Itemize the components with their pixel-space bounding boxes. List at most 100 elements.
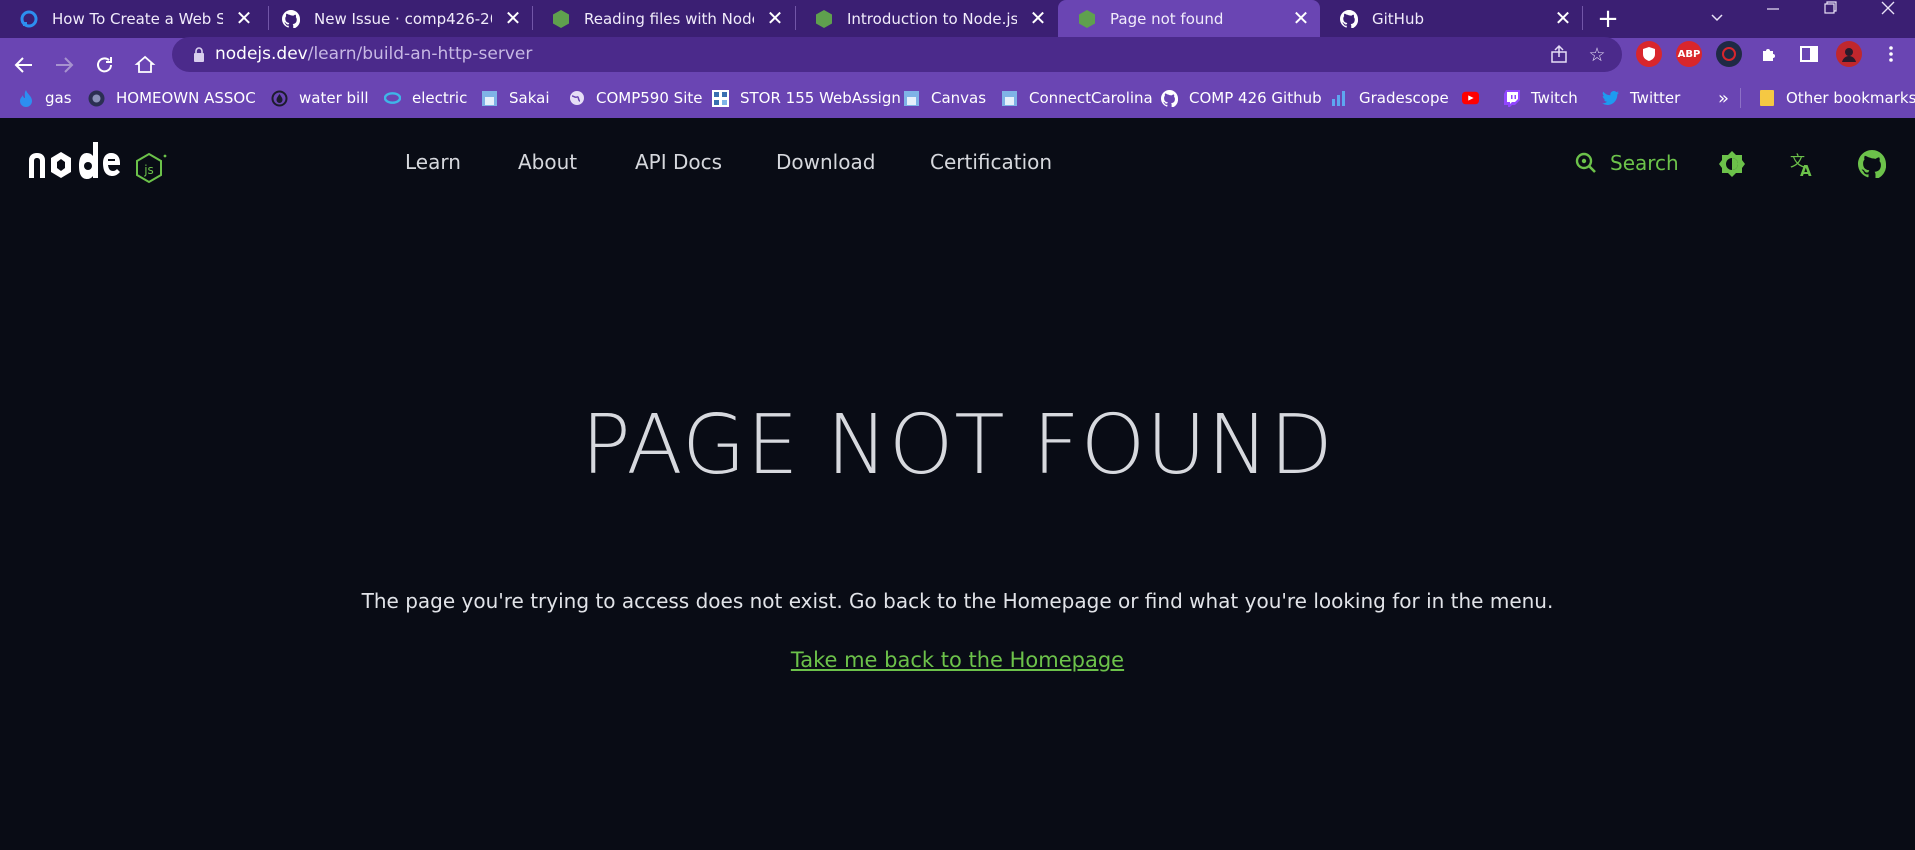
puzzle-icon[interactable]: [1756, 41, 1782, 67]
bookmark-canvas[interactable]: Canvas: [903, 78, 986, 118]
back-icon[interactable]: [7, 38, 41, 73]
tab-strip: How To Create a Web Server ✕ New Issue ·…: [0, 0, 1915, 38]
bookmark-star-icon[interactable]: ☆: [1585, 43, 1609, 67]
gradescope-icon: [1331, 90, 1348, 107]
close-icon[interactable]: ✕: [1290, 8, 1312, 30]
url-path: /learn/build-an-http-server: [307, 44, 533, 64]
tab-divider: [1582, 6, 1583, 30]
bookmark-sakai[interactable]: Sakai: [481, 78, 550, 118]
bookmark-label: electric: [412, 89, 468, 107]
bookmark-water-bill[interactable]: water bill: [271, 78, 369, 118]
bookmark-label: Twitter: [1630, 89, 1681, 107]
restore-icon[interactable]: [1810, 0, 1850, 38]
tab-2[interactable]: Reading files with Node.js ✕: [532, 0, 794, 38]
language-icon[interactable]: 文 A: [1788, 150, 1816, 178]
nodejs-icon: [815, 10, 833, 28]
ublock-icon[interactable]: [1636, 41, 1662, 67]
close-icon[interactable]: ✕: [502, 8, 524, 30]
bookmark-comp590-site[interactable]: COMP590 Site: [568, 78, 702, 118]
bookmark-homeown-assoc[interactable]: HOMEOWN ASSOC: [88, 78, 256, 118]
search-button[interactable]: Search: [1574, 148, 1679, 178]
nodejs-logo[interactable]: js: [27, 140, 167, 184]
bookmark-stor155-webassign[interactable]: STOR 155 WebAssign: [712, 78, 901, 118]
bookmark-label: Gradescope: [1359, 89, 1449, 107]
home-icon[interactable]: [128, 38, 162, 73]
not-found-message: The page you're trying to access does no…: [361, 589, 1554, 613]
other-bookmarks[interactable]: Other bookmarks: [1758, 78, 1915, 118]
nodejs-icon: [552, 10, 570, 28]
digitalocean-icon: [20, 10, 38, 28]
close-icon[interactable]: ✕: [233, 8, 255, 30]
close-icon[interactable]: ✕: [1552, 8, 1574, 30]
url-domain: nodejs.dev: [215, 44, 308, 64]
close-window-icon[interactable]: [1868, 0, 1908, 38]
sidepanel-icon[interactable]: [1796, 41, 1822, 67]
connectcarolina-icon: [1001, 90, 1018, 107]
homepage-link[interactable]: Take me back to the Homepage: [791, 648, 1124, 672]
bookmark-label: Canvas: [931, 89, 987, 107]
lock-icon[interactable]: [192, 46, 208, 63]
bookmark-connectcarolina[interactable]: ConnectCarolina: [1001, 78, 1153, 118]
extension-dark-icon[interactable]: [1716, 41, 1742, 67]
nav-download[interactable]: Download: [776, 150, 875, 174]
github-icon[interactable]: [1858, 150, 1886, 178]
bookmark-label: ConnectCarolina: [1029, 89, 1153, 107]
bookmark-divider: [1740, 88, 1741, 108]
bookmark-gas[interactable]: gas: [17, 78, 72, 118]
bookmark-youtube[interactable]: [1462, 78, 1490, 118]
homeown-icon: [88, 90, 105, 107]
nav-about[interactable]: About: [518, 150, 577, 174]
more-bookmarks-icon[interactable]: »: [1718, 78, 1729, 118]
canvas-icon: [903, 90, 920, 107]
menu-icon[interactable]: [1878, 41, 1904, 67]
github-icon: [1340, 10, 1358, 28]
globe-icon: [568, 90, 585, 107]
close-icon[interactable]: ✕: [764, 8, 786, 30]
url-text[interactable]: nodejs.dev/learn/build-an-http-server: [215, 44, 532, 64]
flame-icon: [17, 89, 34, 107]
bookmark-electric[interactable]: electric: [384, 78, 467, 118]
nav-api-docs[interactable]: API Docs: [635, 150, 722, 174]
bookmarks-bar: gas HOMEOWN ASSOC water bill electric Sa…: [0, 78, 1915, 118]
adblock-plus-icon[interactable]: ABP: [1676, 41, 1702, 67]
bookmark-comp426-github[interactable]: COMP 426 Github: [1161, 78, 1322, 118]
nodejs-icon: [1078, 10, 1096, 28]
bookmark-label: HOMEOWN ASSOC: [116, 89, 256, 107]
tab-title: Introduction to Node.js: [847, 10, 1017, 28]
tab-title: How To Create a Web Server: [52, 10, 223, 28]
nav-certification[interactable]: Certification: [930, 150, 1052, 174]
new-tab-icon[interactable]: +: [1594, 0, 1622, 38]
svg-text:js: js: [143, 163, 154, 177]
tab-3[interactable]: Introduction to Node.js ✕: [795, 0, 1057, 38]
github-icon: [282, 10, 300, 28]
tab-search-icon[interactable]: [1697, 0, 1737, 38]
homepage-link-wrapper: Take me back to the Homepage: [0, 648, 1915, 672]
bookmark-twitch[interactable]: Twitch: [1503, 78, 1578, 118]
bookmark-label: COMP 426 Github: [1189, 89, 1322, 107]
search-label: Search: [1610, 151, 1679, 175]
tab-5[interactable]: GitHub ✕: [1320, 0, 1582, 38]
webassign-icon: [712, 89, 729, 107]
bookmark-label: Twitch: [1531, 89, 1578, 107]
share-icon[interactable]: [1548, 43, 1572, 67]
water-icon: [271, 90, 288, 107]
forward-icon[interactable]: [47, 38, 81, 73]
github-icon: [1161, 89, 1178, 107]
address-bar[interactable]: nodejs.dev/learn/build-an-http-server ☆: [172, 37, 1622, 72]
folder-icon: [1758, 90, 1775, 107]
bookmark-gradescope[interactable]: Gradescope: [1331, 78, 1449, 118]
close-icon[interactable]: ✕: [1027, 8, 1049, 30]
minimize-icon[interactable]: [1753, 0, 1793, 38]
tab-title: Page not found: [1110, 10, 1224, 28]
profile-avatar[interactable]: [1836, 41, 1862, 67]
tab-title: Reading files with Node.js: [584, 10, 754, 28]
reload-icon[interactable]: [88, 38, 122, 73]
tab-4-active[interactable]: Page not found ✕: [1058, 0, 1320, 38]
nav-learn[interactable]: Learn: [405, 150, 461, 174]
bookmark-twitter[interactable]: Twitter: [1602, 78, 1680, 118]
bookmark-label: gas: [45, 89, 72, 107]
tab-0[interactable]: How To Create a Web Server ✕: [0, 0, 263, 38]
twitch-icon: [1503, 89, 1520, 107]
theme-toggle-icon[interactable]: [1718, 150, 1746, 178]
tab-1[interactable]: New Issue · comp426-2023 ✕: [262, 0, 532, 38]
